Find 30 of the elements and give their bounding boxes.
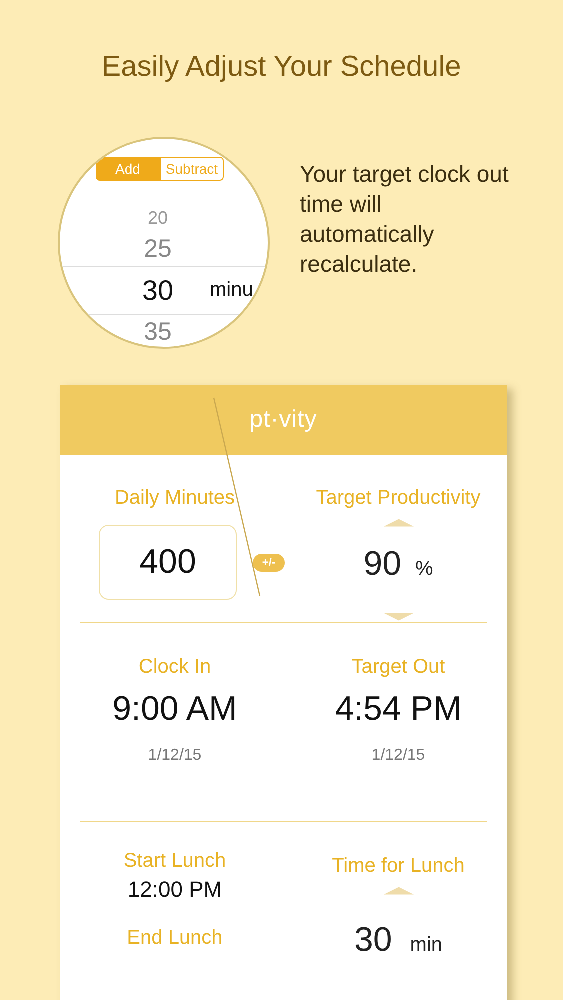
target-out-time[interactable]: 4:54 PM xyxy=(335,690,462,729)
picker-value[interactable]: 35 xyxy=(118,318,198,346)
segment-tab[interactable]: Add xyxy=(96,157,160,181)
percent-unit: % xyxy=(416,558,434,581)
start-lunch-time[interactable]: 12:00 PM xyxy=(128,877,222,903)
picker-value[interactable]: 30 xyxy=(118,274,198,306)
field-label: Clock In xyxy=(138,655,212,679)
app-logo: pt·vity xyxy=(250,406,318,434)
field-label: End Lunch xyxy=(127,926,223,950)
field-label: Start Lunch xyxy=(124,849,226,873)
increase-arrow-icon[interactable] xyxy=(384,887,414,895)
clock-in-time[interactable]: 9:00 AM xyxy=(112,690,238,729)
headline: Easily Adjust Your Schedule xyxy=(100,50,462,85)
picker-value[interactable]: 25 xyxy=(118,234,198,264)
field-label: Target Out xyxy=(352,655,446,679)
percent-value: 90 xyxy=(364,545,402,584)
callout-text: Your target clock out time will automatically recalculate. xyxy=(300,160,510,279)
increase-arrow-icon[interactable] xyxy=(384,519,414,527)
lunch-minutes-unit: min xyxy=(410,934,443,957)
segment-tab[interactable]: Subtract xyxy=(160,157,224,181)
picker-unit: minu xyxy=(210,279,254,302)
field-label: Time for Lunch xyxy=(332,854,465,878)
date-text: 1/12/15 xyxy=(372,747,426,765)
date-text: 1/12/15 xyxy=(148,747,202,765)
picker-value[interactable]: 20 xyxy=(118,208,198,228)
lunch-minutes-value: 30 xyxy=(354,921,392,960)
minutes-input[interactable]: 400 xyxy=(99,525,237,600)
decrease-arrow-icon[interactable] xyxy=(384,613,414,621)
field-label: Daily Minutes xyxy=(114,486,236,510)
field-label: Target Productivity xyxy=(316,486,481,510)
